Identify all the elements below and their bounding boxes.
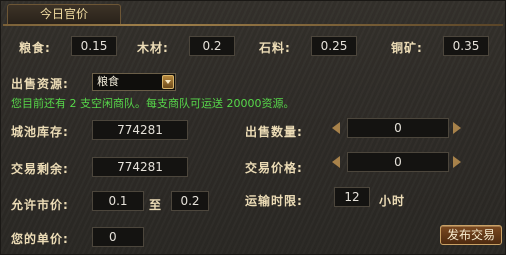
stone-price-label: 石料: [259,41,291,55]
market-range-separator: 至 [149,198,163,212]
transport-time-unit: 小时 [379,194,406,208]
stock-label: 城池库存: [11,125,69,139]
title-divider [3,24,503,26]
remaining-label: 交易剩余: [11,162,69,176]
caravan-notice: 您目前还有 2 支空闲商队。每支商队可运送 20000资源。 [11,97,295,110]
decrease-quantity-arrow-icon[interactable] [332,122,340,134]
trade-price-label: 交易价格: [245,161,303,175]
market-max-value: 0.2 [171,191,209,211]
remaining-value: 774281 [92,157,188,177]
resource-selected-value: 粮食 [97,75,119,88]
copper-price-value: 0.35 [443,36,489,56]
transport-time-value: 12 [334,187,370,207]
unit-price-label: 您的单价: [11,232,69,246]
stock-value: 774281 [92,120,188,140]
panel-title: 今日官价 [7,4,121,24]
increase-price-arrow-icon[interactable] [453,156,461,168]
copper-price-label: 铜矿: [391,41,423,55]
market-min-value: 0.1 [92,191,144,211]
market-range-label: 允许市价: [11,198,69,212]
unit-price-input[interactable]: 0 [92,227,144,247]
publish-trade-button[interactable]: 发布交易 [440,225,502,245]
wood-price-value: 0.2 [189,36,235,56]
market-trade-panel: 今日官价 粮食: 0.15 木材: 0.2 石料: 0.25 铜矿: 0.35 … [0,0,506,255]
stone-price-value: 0.25 [311,36,357,56]
chevron-down-icon[interactable] [162,75,174,89]
food-price-value: 0.15 [71,36,117,56]
sell-quantity-label: 出售数量: [245,125,303,139]
resource-label: 出售资源: [11,77,69,91]
transport-time-label: 运输时限: [245,194,303,208]
increase-quantity-arrow-icon[interactable] [453,122,461,134]
food-price-label: 粮食: [19,41,51,55]
wood-price-label: 木材: [137,41,169,55]
decrease-price-arrow-icon[interactable] [332,156,340,168]
sell-quantity-input[interactable]: 0 [347,118,449,138]
trade-price-input[interactable]: 0 [347,152,449,172]
resource-select[interactable]: 粮食 [92,73,176,91]
